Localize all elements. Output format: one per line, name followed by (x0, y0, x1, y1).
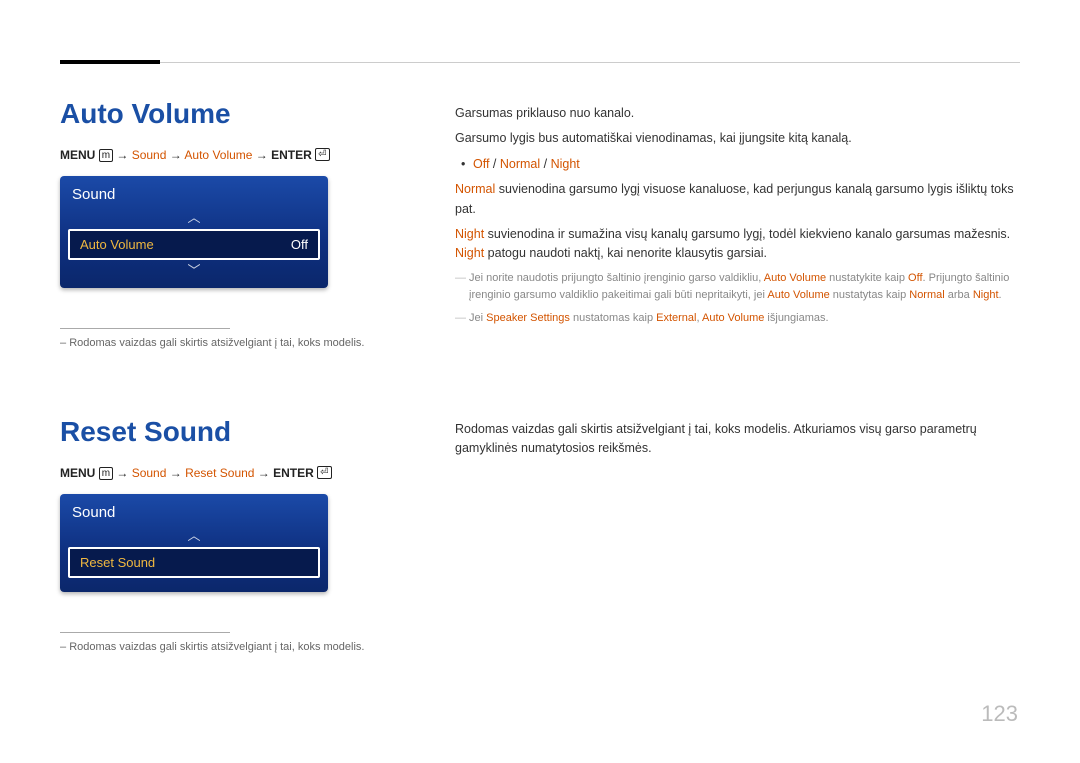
menu-row-auto-volume[interactable]: Auto Volume Off (68, 229, 320, 260)
path-sound: Sound (132, 148, 167, 162)
heading-reset-sound: Reset Sound (60, 416, 380, 448)
heading-auto-volume: Auto Volume (60, 98, 380, 130)
path-menu: MENU (60, 466, 95, 480)
opt-night: Night (551, 157, 580, 171)
section-reset-sound-left: Reset Sound MENU m → Sound → Reset Sound… (60, 416, 380, 653)
footnote-2: – Rodomas vaizdas gali skirtis atsižvelg… (60, 641, 380, 653)
footnote-1: – Rodomas vaizdas gali skirtis atsižvelg… (60, 337, 380, 349)
body-p1: Garsumas priklauso nuo kanalo. (455, 104, 1020, 123)
menu-icon: m (99, 467, 113, 480)
panel-title: Sound (66, 182, 322, 211)
menu-row-value: Off (291, 237, 308, 252)
section-auto-volume-body: Garsumas priklauso nuo kanalo. Garsumo l… (455, 104, 1020, 327)
sound-menu-panel-2: Sound ︿ Reset Sound (60, 494, 328, 592)
note-1: Jei norite naudotis prijungto šaltinio į… (455, 270, 1020, 304)
menu-path-reset-sound: MENU m → Sound → Reset Sound → ENTER ⏎ (60, 466, 380, 480)
menu-icon: m (99, 149, 113, 162)
enter-icon: ⏎ (317, 466, 331, 479)
path-enter: ENTER (273, 466, 314, 480)
path-sound: Sound (132, 466, 167, 480)
section-reset-sound-body: Rodomas vaizdas gali skirtis atsižvelgia… (455, 420, 1020, 465)
menu-row-label: Auto Volume (80, 237, 154, 252)
divider (60, 328, 230, 329)
enter-icon: ⏎ (315, 148, 329, 161)
body-p2: Garsumo lygis bus automatiškai vienodina… (455, 129, 1020, 148)
panel-title: Sound (66, 500, 322, 529)
divider-top (60, 62, 1020, 63)
body-p4: Night suvienodina ir sumažina visų kanal… (455, 225, 1020, 264)
menu-row-reset-sound[interactable]: Reset Sound (68, 547, 320, 578)
chevron-up-icon[interactable]: ︿ (66, 211, 322, 225)
menu-path-auto-volume: MENU m → Sound → Auto Volume → ENTER ⏎ (60, 148, 380, 162)
path-reset-sound: Reset Sound (185, 466, 254, 480)
opt-normal: Normal (500, 157, 540, 171)
path-auto-volume: Auto Volume (184, 148, 252, 162)
chevron-down-icon[interactable]: ﹀ (66, 264, 322, 278)
body-p1: Rodomas vaizdas gali skirtis atsižvelgia… (455, 420, 1020, 459)
opt-off: Off (473, 157, 489, 171)
chevron-up-icon[interactable]: ︿ (66, 529, 322, 543)
page: Auto Volume MENU m → Sound → Auto Volume… (0, 0, 1080, 763)
options-list: Off / Normal / Night (455, 155, 1020, 174)
body-p3: Normal suvienodina garsumo lygį visuose … (455, 180, 1020, 219)
menu-row-label: Reset Sound (80, 555, 155, 570)
note-2: Jei Speaker Settings nustatomas kaip Ext… (455, 310, 1020, 327)
sound-menu-panel-1: Sound ︿ Auto Volume Off ﹀ (60, 176, 328, 288)
divider (60, 632, 230, 633)
section-auto-volume-left: Auto Volume MENU m → Sound → Auto Volume… (60, 98, 380, 349)
path-menu: MENU (60, 148, 95, 162)
page-number: 123 (981, 701, 1018, 727)
path-enter: ENTER (271, 148, 312, 162)
divider-top-accent (60, 60, 160, 64)
